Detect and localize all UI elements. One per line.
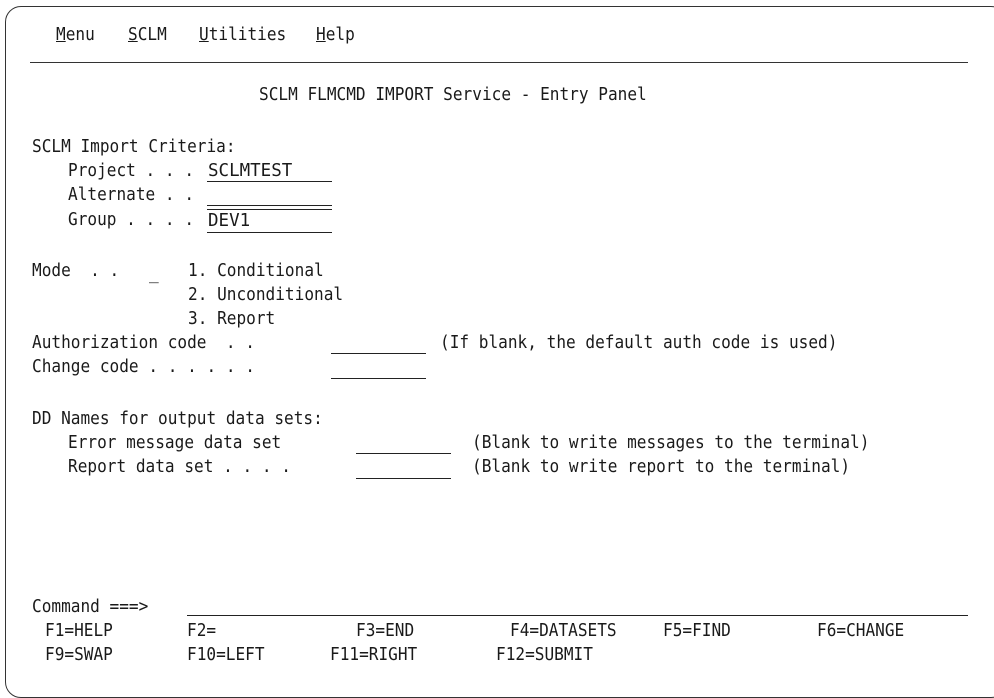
fkey-f12-submit[interactable]: F12=SUBMIT <box>496 643 593 667</box>
change-code-label: Change code . . . . . . <box>32 357 255 377</box>
error-dataset-hint: (Blank to write messages to the terminal… <box>472 433 870 453</box>
fkey-f9-swap[interactable]: F9=SWAP <box>45 643 113 667</box>
group-label: Group . . . . <box>68 210 195 230</box>
change-code-field[interactable] <box>331 357 426 379</box>
report-dataset-label: Report data set . . . . <box>68 457 291 477</box>
fkey-f5-find[interactable]: F5=FIND <box>663 619 731 643</box>
command-label: Command ===> <box>32 597 149 617</box>
project-label: Project . . . <box>68 161 195 181</box>
error-dataset-label: Error message data set <box>68 433 282 453</box>
panel-title: SCLM FLMCMD IMPORT Service - Entry Panel <box>259 85 647 105</box>
fkey-f10-left[interactable]: F10=LEFT <box>187 643 265 667</box>
auth-code-hint: (If blank, the default auth code is used… <box>440 333 838 353</box>
report-dataset-field[interactable] <box>356 457 451 479</box>
group-field[interactable] <box>207 209 332 233</box>
mode-option-report: 3. Report <box>188 309 276 329</box>
fkey-f11-right[interactable]: F11=RIGHT <box>330 643 417 667</box>
mode-label: Mode . . <box>32 261 120 281</box>
menu-separator <box>30 62 968 63</box>
error-dataset-field[interactable] <box>356 432 451 454</box>
menu-item-menu[interactable]: Menu <box>56 23 95 47</box>
command-input[interactable] <box>187 594 968 616</box>
auth-code-field[interactable] <box>331 332 426 354</box>
auth-code-label: Authorization code . . <box>32 333 255 353</box>
menu-item-utilities[interactable]: Utilities <box>199 23 286 47</box>
project-field[interactable] <box>207 160 332 182</box>
dd-names-heading: DD Names for output data sets: <box>32 409 323 429</box>
mode-option-unconditional: 2. Unconditional <box>188 285 344 305</box>
alternate-label: Alternate . . <box>68 185 195 205</box>
report-dataset-hint: (Blank to write report to the terminal) <box>472 457 851 477</box>
fkey-f6-change[interactable]: F6=CHANGE <box>817 619 904 643</box>
fkey-f2[interactable]: F2= <box>187 619 216 643</box>
mode-option-conditional: 1. Conditional <box>188 261 324 281</box>
fkey-f1-help[interactable]: F1=HELP <box>45 619 113 643</box>
alternate-field[interactable] <box>207 184 332 206</box>
mode-field[interactable]: _ <box>149 262 159 286</box>
criteria-heading: SCLM Import Criteria: <box>32 137 236 157</box>
menu-item-sclm[interactable]: SCLM <box>128 23 167 47</box>
fkey-f3-end[interactable]: F3=END <box>356 619 414 643</box>
menu-item-help[interactable]: Help <box>316 23 355 47</box>
fkey-f4-datasets[interactable]: F4=DATASETS <box>510 619 617 643</box>
